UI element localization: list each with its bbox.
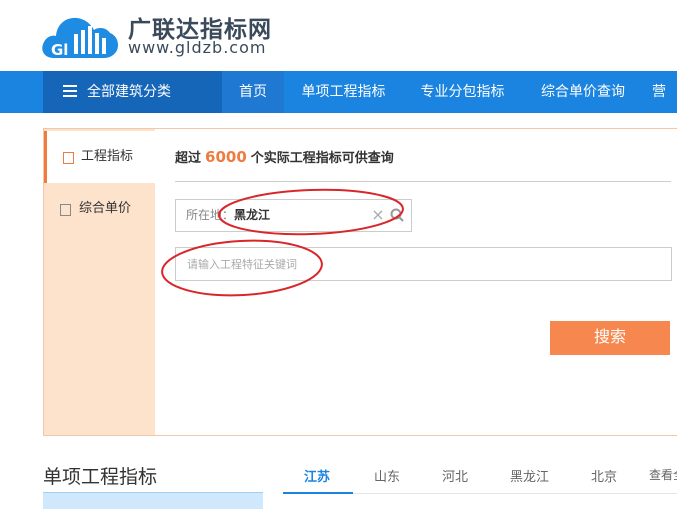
section-banner [43,492,263,509]
logo-letters: Gl [51,41,68,59]
all-categories-label: 全部建筑分类 [87,84,171,100]
region-tab-jiangsu[interactable]: 江苏 [304,466,330,485]
sidebar-item-unit-price[interactable]: 综合单价 [44,183,155,235]
all-categories-menu[interactable]: 全部建筑分类 [43,71,222,113]
menu-icon [63,85,77,97]
search-card: 工程指标 综合单价 超过6000个实际工程指标可供查询 所在地： 黑龙江 × 搜… [43,128,677,436]
nav-item-single-project[interactable]: 单项工程指标 [284,71,403,113]
building-icon [63,152,74,164]
logo-cloud-icon: Gl [42,17,118,59]
headline-suffix: 个实际工程指标可供查询 [250,151,394,166]
search-headline: 超过 6000 个实际工程指标可供查询 [175,147,394,166]
divider [175,181,671,182]
nav-item-more[interactable]: 营 [652,71,677,113]
headline-count: 6000 [205,148,247,166]
region-tab-more[interactable]: 查看全 [649,466,677,483]
close-icon[interactable]: × [370,205,386,225]
region-tab-hebei[interactable]: 河北 [442,466,468,485]
search-icon[interactable] [390,208,404,222]
main-nav: 全部建筑分类 首页 单项工程指标 专业分包指标 综合单价查询 营 [0,71,677,113]
section-title: 单项工程指标 [43,466,158,488]
headline-prefix: 超过 [175,151,202,166]
site-url: www.gldzb.com [128,38,267,57]
search-sidebar: 工程指标 综合单价 [44,129,155,435]
site-logo[interactable]: Gl 广联达指标网 www.gldzb.com [40,8,280,60]
nav-item-unit-price[interactable]: 综合单价查询 [522,71,644,113]
nav-item-subcontract[interactable]: 专业分包指标 [403,71,522,113]
location-label: 所在地： [186,208,235,222]
nav-item-home[interactable]: 首页 [222,71,284,113]
sidebar-item-project-index[interactable]: 工程指标 [44,131,155,183]
sidebar-item-label: 工程指标 [81,149,134,164]
region-tab-shandong[interactable]: 山东 [374,466,400,485]
search-button[interactable]: 搜索 [550,321,670,355]
region-tab-heilongjiang[interactable]: 黑龙江 [510,466,549,485]
location-selector[interactable]: 所在地： 黑龙江 × [175,199,412,232]
document-icon [60,204,71,216]
keyword-input[interactable] [175,247,672,281]
location-value: 黑龙江 [234,208,271,222]
sidebar-item-label: 综合单价 [79,201,132,216]
active-tab-underline [283,492,353,494]
region-tab-beijing[interactable]: 北京 [591,466,617,485]
